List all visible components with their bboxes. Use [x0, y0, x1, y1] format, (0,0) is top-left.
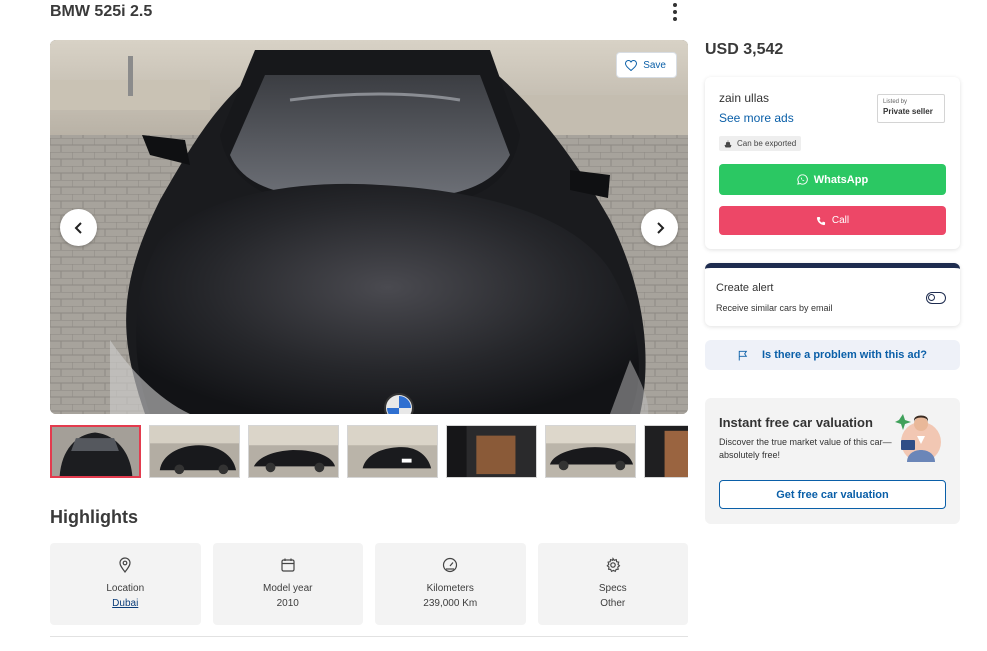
listed-by-label: Listed by — [883, 99, 908, 105]
chevron-right-icon — [656, 221, 664, 234]
report-problem-button[interactable]: Is there a problem with this ad? — [705, 340, 960, 370]
highlight-card-kilometers: Kilometers 239,000 Km — [375, 543, 526, 625]
thumbnail[interactable] — [446, 425, 537, 478]
calendar-icon — [281, 558, 295, 572]
see-more-ads-link[interactable]: See more ads — [719, 111, 794, 125]
thumbnail[interactable] — [248, 425, 339, 478]
more-options-icon[interactable] — [667, 2, 683, 22]
car-photo — [50, 40, 688, 414]
thumbnail[interactable] — [545, 425, 636, 478]
previous-photo-button[interactable] — [60, 209, 97, 246]
call-label: Call — [831, 215, 850, 226]
gear-icon — [606, 557, 621, 573]
listed-by-badge: Listed by Private seller — [877, 94, 945, 123]
heart-icon — [625, 59, 638, 71]
create-alert-card: Create alert Receive similar cars by ema… — [705, 263, 960, 326]
flag-icon — [738, 350, 748, 360]
whatsapp-icon — [797, 174, 808, 185]
highlight-label: Kilometers — [426, 583, 474, 594]
advisor-illustration — [895, 414, 941, 462]
thumbnail-image — [645, 426, 688, 477]
next-photo-button[interactable] — [641, 209, 678, 246]
thumbnail[interactable] — [644, 425, 688, 478]
thumbnail[interactable] — [50, 425, 141, 478]
speedometer-icon — [443, 557, 458, 573]
export-badge-label: Can be exported — [737, 139, 797, 148]
whatsapp-button[interactable]: WhatsApp — [719, 164, 946, 195]
export-badge: Can be exported — [719, 136, 802, 151]
phone-icon — [816, 216, 825, 225]
main-photo[interactable]: Save — [50, 40, 688, 414]
chevron-left-icon — [74, 221, 82, 234]
highlight-card-location: Location Dubai — [50, 543, 201, 625]
thumbnail-image — [150, 426, 239, 477]
highlight-label: Specs — [598, 583, 627, 594]
alert-subtitle: Receive similar cars by email — [716, 303, 833, 313]
thumbnail-image — [52, 427, 139, 476]
thumbnail-image — [249, 426, 338, 477]
highlight-card-specs: Specs Other — [537, 543, 688, 625]
valuation-description: Discover the true market value of this c… — [719, 437, 892, 460]
whatsapp-label: WhatsApp — [813, 173, 869, 186]
thumbnail-image — [348, 426, 437, 477]
get-valuation-button[interactable]: Get free car valuation — [719, 480, 946, 509]
thumbnail[interactable] — [149, 425, 240, 478]
thumbnail-strip — [50, 425, 688, 478]
ship-icon — [724, 139, 732, 147]
highlight-label: Location — [106, 583, 145, 594]
seller-name: zain ullas — [719, 91, 770, 105]
divider — [50, 636, 688, 637]
highlights-grid: Location Dubai Model year 2010 Kilometer… — [50, 543, 688, 625]
report-problem-label: Is there a problem with this ad? — [761, 349, 928, 361]
seller-card: zain ullas See more ads Listed by Privat… — [705, 77, 960, 249]
save-button[interactable]: Save — [616, 52, 677, 78]
highlight-value: 2010 — [276, 598, 299, 609]
thumbnail[interactable] — [347, 425, 438, 478]
highlights-title: Highlights — [50, 507, 138, 527]
thumbnail-image — [546, 426, 635, 477]
highlight-value: 239,000 Km — [423, 598, 478, 609]
thumbnail-image — [447, 426, 536, 477]
listing-title: BMW 525i 2.5 — [50, 3, 153, 20]
valuation-card: Instant free car valuation Discover the … — [705, 398, 960, 524]
highlight-card-model-year: Model year 2010 — [212, 543, 363, 625]
location-link[interactable]: Dubai — [112, 596, 138, 611]
valuation-title: Instant free car valuation — [719, 415, 873, 430]
price: USD 3,542 — [705, 41, 784, 58]
listed-by-value: Private seller — [883, 107, 933, 116]
highlight-label: Model year — [263, 583, 313, 594]
alert-toggle[interactable] — [926, 292, 946, 304]
location-pin-icon — [119, 557, 131, 573]
highlight-value: Other — [600, 598, 626, 609]
call-button[interactable]: Call — [719, 206, 946, 235]
alert-title: Create alert — [716, 282, 774, 294]
save-label: Save — [643, 59, 666, 71]
